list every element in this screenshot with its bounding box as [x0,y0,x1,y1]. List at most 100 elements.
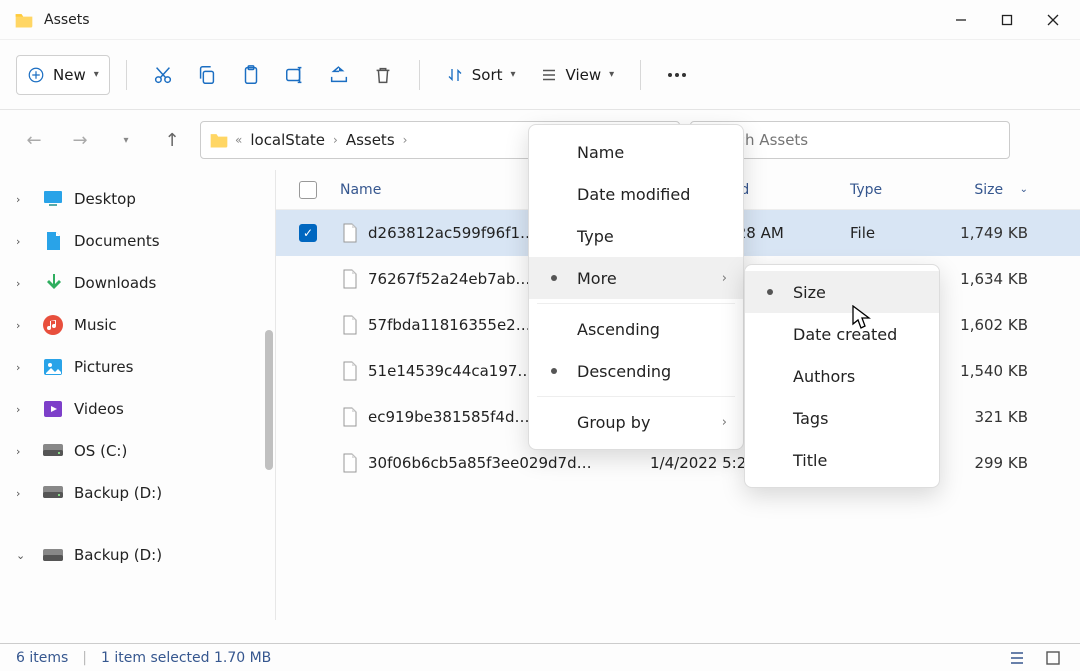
chevron-down-icon[interactable]: ▾ [108,122,144,158]
file-icon [340,361,360,381]
chevron-right-icon: › [16,277,32,290]
sort-by-date-created[interactable]: Date created [745,313,939,355]
cut-button[interactable] [143,55,183,95]
pictures-icon [42,356,64,378]
chevron-left-double-icon[interactable]: « [235,133,242,147]
toolbar: New ▾ Sort ▾ View ▾ [0,40,1080,110]
chevron-right-icon: › [16,403,32,416]
sort-ascending[interactable]: Ascending [529,308,743,350]
file-name: 57fbda11816355e2… [368,316,531,334]
share-button[interactable] [319,55,359,95]
chevron-right-icon: › [722,415,727,430]
sidebar-item-label: Documents [74,232,160,250]
sort-menu: Name Date modified Type More› Ascending … [528,124,744,450]
chevron-right-icon: › [16,235,32,248]
sidebar-item-label: Pictures [74,358,133,376]
group-by[interactable]: Group by› [529,401,743,443]
sidebar-item-label: Music [74,316,117,334]
delete-button[interactable] [363,55,403,95]
chevron-right-icon: › [16,361,32,374]
sidebar-item-videos[interactable]: ›Videos [4,388,271,430]
close-button[interactable] [1030,0,1076,40]
column-type[interactable]: Type [838,182,948,198]
file-name: ec919be381585f4d… [368,408,529,426]
drive-icon [42,544,64,566]
back-button[interactable]: ← [16,122,52,158]
select-all-checkbox[interactable] [299,181,317,199]
sort-by-date-modified[interactable]: Date modified [529,173,743,215]
sidebar-item-downloads[interactable]: ›Downloads [4,262,271,304]
sort-more-submenu: Size Date created Authors Tags Title [744,264,940,488]
up-button[interactable]: ↑ [154,122,190,158]
file-size: 321 KB [948,408,1058,426]
file-size: 1,602 KB [948,316,1058,334]
scrollbar-thumb[interactable] [265,330,273,470]
chevron-down-icon: ⌄ [16,549,32,562]
sidebar-item-backup-d-[interactable]: ›Backup (D:) [4,472,271,514]
view-label: View [566,66,602,84]
file-name: 51e14539c44ca197… [368,362,532,380]
chevron-right-icon: › [722,271,727,286]
search-input[interactable] [703,131,997,149]
view-button[interactable]: View ▾ [530,55,625,95]
file-icon [340,315,360,335]
chevron-right-icon: › [16,193,32,206]
chevron-right-icon: › [16,319,32,332]
sidebar-item-label: Backup (D:) [74,546,162,564]
sort-by-size[interactable]: Size [745,271,939,313]
sort-button[interactable]: Sort ▾ [436,55,526,95]
sort-more[interactable]: More› [529,257,743,299]
status-selection: 1 item selected 1.70 MB [101,650,271,666]
folder-icon [209,130,229,150]
sidebar-item-pictures[interactable]: › Pictures [4,346,271,388]
file-name: d263812ac599f96f1… [368,224,535,242]
details-view-icon[interactable] [1006,647,1028,669]
title-bar: Assets [0,0,1080,40]
sort-by-tags[interactable]: Tags [745,397,939,439]
chevron-down-icon: ▾ [609,69,614,80]
file-size: 1,749 KB [948,224,1058,242]
file-size: 299 KB [948,454,1058,472]
chevron-right-icon: › [403,133,408,147]
file-name: 76267f52a24eb7ab… [368,270,530,288]
chevron-right-icon: › [333,133,338,147]
drive-icon [42,440,64,462]
forward-button[interactable]: → [62,122,98,158]
file-size: 1,540 KB [948,362,1058,380]
file-icon [340,223,360,243]
sidebar-item-documents[interactable]: › Documents [4,220,271,262]
sidebar-item-os-c-[interactable]: ›OS (C:) [4,430,271,472]
sort-by-name[interactable]: Name [529,131,743,173]
copy-button[interactable] [187,55,227,95]
videos-icon [42,398,64,420]
new-button[interactable]: New ▾ [16,55,110,95]
sidebar-item-desktop[interactable]: › Desktop [4,178,271,220]
file-type: File [838,224,948,242]
rename-button[interactable] [275,55,315,95]
folder-icon [14,10,34,30]
documents-icon [42,230,64,252]
file-name: 30f06b6cb5a85f3ee029d7d… [368,454,592,472]
thumbnails-view-icon[interactable] [1042,647,1064,669]
music-icon [42,314,64,336]
sidebar: ›Desktop›Documents›Downloads›Music›Pictu… [0,170,275,620]
maximize-button[interactable] [984,0,1030,40]
sort-by-title[interactable]: Title [745,439,939,481]
sort-by-type[interactable]: Type [529,215,743,257]
sort-descending[interactable]: Descending [529,350,743,392]
more-button[interactable] [657,55,697,95]
sidebar-item-label: Backup (D:) [74,484,162,502]
minimize-button[interactable] [938,0,984,40]
sort-desc-icon: ⌄ [1020,184,1028,195]
file-icon [340,407,360,427]
breadcrumb-seg[interactable]: Assets [344,131,397,149]
breadcrumb-seg[interactable]: localState [248,131,327,149]
sort-by-authors[interactable]: Authors [745,355,939,397]
new-label: New [53,66,86,84]
sidebar-item-backup-expanded[interactable]: ⌄ Backup (D:) [4,534,271,576]
sidebar-item-music[interactable]: › Music [4,304,271,346]
paste-button[interactable] [231,55,271,95]
row-checkbox[interactable]: ✓ [299,224,317,242]
sidebar-item-label: Desktop [74,190,136,208]
column-size[interactable]: Size ⌄ [948,182,1058,198]
